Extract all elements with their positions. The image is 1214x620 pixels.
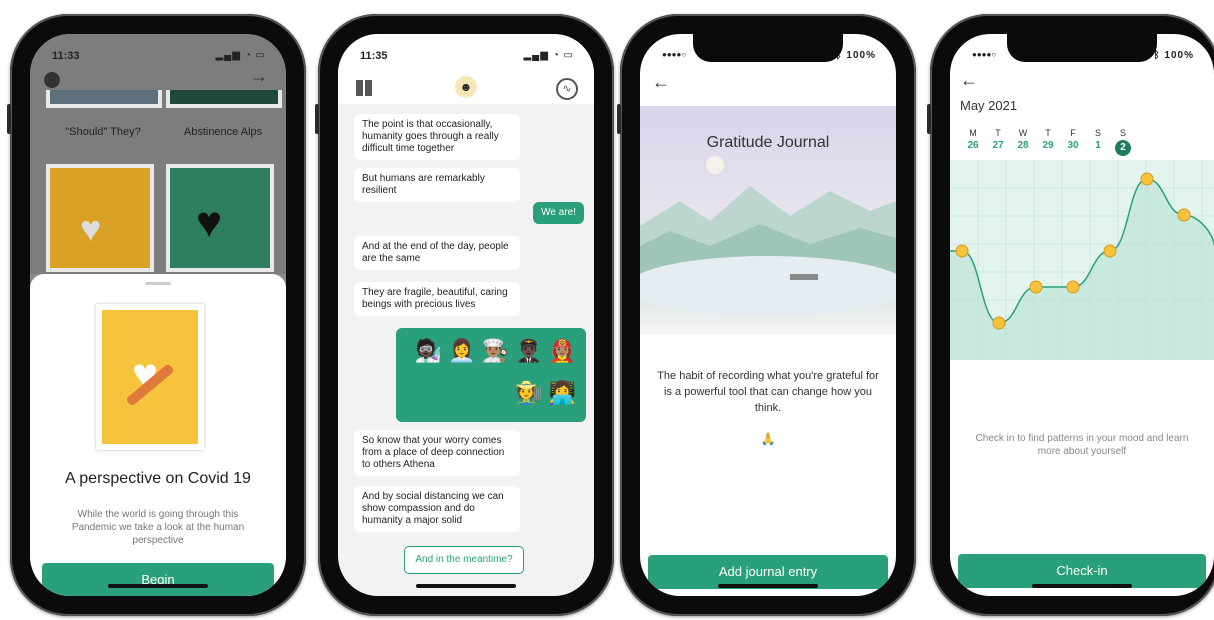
day-column[interactable]: W 28 xyxy=(1012,128,1034,151)
tile-label-abstinence: Abstinence Alps xyxy=(183,126,263,138)
home-indicator xyxy=(108,584,208,588)
day-column[interactable]: F 30 xyxy=(1062,128,1084,151)
day-letter: F xyxy=(1070,128,1076,138)
day-number: 27 xyxy=(992,140,1004,151)
covid-perspective-screen: 11:33 ▂▄▆ ◔ ▭ → "Should" They? Abstinenc… xyxy=(30,34,286,596)
story-grid-backdrop: 11:33 ▂▄▆ ◔ ▭ → "Should" They? Abstinenc… xyxy=(30,34,286,274)
battery-percent: 100% xyxy=(846,50,876,61)
notch xyxy=(693,34,843,62)
emoji-message-user: 🧑🏿‍🔬 👩‍💼 👨🏽‍🍳 👨🏿‍✈️ 👩🏽‍🚒 🧑‍🌾 👩‍💻 xyxy=(396,328,586,422)
chat-message: They are fragile, beautiful, caring bein… xyxy=(354,282,520,316)
day-number-selected: 2 xyxy=(1115,140,1131,156)
day-number: 30 xyxy=(1067,140,1079,151)
day-number: 1 xyxy=(1095,140,1101,151)
chat-message-user: We are! xyxy=(533,202,584,224)
signal-icons: ▂▄▆ ◔ ▭ xyxy=(523,50,574,61)
mood-emoji-point[interactable] xyxy=(1066,280,1080,294)
mood-emoji-point[interactable] xyxy=(1103,244,1117,258)
journal-description: The habit of recording what you're grate… xyxy=(657,370,879,414)
chat-message: And at the end of the day, people are th… xyxy=(354,236,520,270)
story-tile-heart[interactable]: ♥ xyxy=(46,164,154,272)
status-bar: 11:35 ▂▄▆ ◔ ▭ xyxy=(338,34,594,72)
phone-2: 11:35 ▂▄▆ ◔ ▭ ☻ ∿ The point is that occa… xyxy=(315,14,614,616)
emoji-row-2: 🧑‍🌾 👩‍💻 xyxy=(515,380,576,405)
mood-tracker-screen: ●●●●○ ᛒ 100% ← May 2021 M 26 T 27 W 28 T 29 F 30 S… xyxy=(950,34,1214,596)
gratitude-journal-screen: ●●●●○ ᛒ 100% ← Gratitude Journal The hab… xyxy=(640,34,896,596)
chat-message: And by social distancing we can show com… xyxy=(354,486,520,532)
day-column[interactable]: S2 xyxy=(1112,128,1134,156)
notch xyxy=(1007,34,1157,62)
bot-avatar-icon: ☻ xyxy=(455,76,477,98)
phone-3: ●●●●○ ᛒ 100% ← Gratitude Journal The hab… xyxy=(617,14,916,616)
day-column[interactable]: S1 xyxy=(1087,128,1109,151)
heart-pattern-icon: ♥ xyxy=(196,198,223,247)
chat-screen: 11:35 ▂▄▆ ◔ ▭ ☻ ∿ The point is that occa… xyxy=(338,34,594,596)
day-letter: T xyxy=(1045,128,1051,138)
month-label: May 2021 xyxy=(960,98,1018,113)
gear-icon[interactable] xyxy=(44,72,60,88)
status-time: 11:33 xyxy=(52,50,80,62)
check-in-button[interactable]: Check-in xyxy=(958,554,1206,588)
day-letter: T xyxy=(995,128,1001,138)
home-indicator xyxy=(718,584,818,588)
reply-option-button[interactable]: And in the meantime? xyxy=(404,546,524,574)
day-number: 29 xyxy=(1042,140,1054,151)
story-tile-green[interactable]: ♥ xyxy=(166,164,274,272)
mood-emoji-point[interactable] xyxy=(1177,208,1191,222)
chat-message: The point is that occasionally, humanity… xyxy=(354,114,520,160)
mood-emoji-point[interactable] xyxy=(1029,280,1043,294)
emoji-row-1: 🧑🏿‍🔬 👩‍💼 👨🏽‍🍳 👨🏿‍✈️ 👩🏽‍🚒 xyxy=(414,338,576,363)
day-letter: M xyxy=(969,128,977,138)
day-column[interactable]: T 27 xyxy=(987,128,1009,151)
story-tile-should[interactable] xyxy=(46,90,162,108)
tile-label-should: "Should" They? xyxy=(65,126,141,138)
mood-emoji-point[interactable] xyxy=(992,316,1006,330)
story-description: While the world is going through this Pa… xyxy=(71,509,245,546)
mood-emoji-point[interactable] xyxy=(955,244,969,258)
carrier-signal: ●●●●○ xyxy=(662,50,687,59)
back-arrow-icon[interactable]: ← xyxy=(960,70,978,91)
carrier-signal: ●●●●○ xyxy=(972,50,997,59)
story-tile-abstinence[interactable] xyxy=(166,90,282,108)
begin-button[interactable]: Begin xyxy=(42,563,274,596)
chat-header: ☻ ∿ xyxy=(338,72,594,104)
chat-message: But humans are remarkably resilient xyxy=(354,168,520,202)
battery-percent: 100% xyxy=(1164,50,1194,61)
sheet-handle[interactable] xyxy=(145,282,171,285)
phone-4: ●●●●○ ᛒ 100% ← May 2021 M 26 T 27 W 28 T 29 F 30 S… xyxy=(927,14,1214,616)
back-arrow-icon[interactable]: ← xyxy=(652,72,670,93)
day-letter: W xyxy=(1018,128,1028,138)
day-number: 28 xyxy=(1017,140,1029,151)
status-bar: 11:33 ▂▄▆ ◔ ▭ xyxy=(30,34,286,72)
bottom-sheet: ♥ A perspective on Covid 19 While the wo… xyxy=(30,274,286,596)
day-column[interactable]: T 29 xyxy=(1037,128,1059,151)
day-letter: S xyxy=(1119,128,1126,138)
day-letter: S xyxy=(1094,128,1101,138)
chat-message: So know that your worry comes from a pla… xyxy=(354,430,520,476)
heart-icon: ♥ xyxy=(80,208,102,249)
phone-1: 11:33 ▂▄▆ ◔ ▭ → "Should" They? Abstinenc… xyxy=(7,14,306,616)
mood-emoji-point[interactable] xyxy=(1140,172,1154,186)
mood-chart xyxy=(950,160,1214,360)
status-time: 11:35 xyxy=(360,50,388,62)
day-number: 26 xyxy=(967,140,979,151)
mood-icon[interactable]: ∿ xyxy=(556,78,578,100)
battery-status: ᛒ 100% xyxy=(1154,50,1194,61)
story-illustration: ♥ xyxy=(96,304,204,450)
praying-hands-icon: 🙏 xyxy=(760,432,776,446)
story-title: A perspective on Covid 19 xyxy=(65,470,251,487)
day-column[interactable]: M 26 xyxy=(962,128,984,151)
signal-icons: ▂▄▆ ◔ ▭ xyxy=(215,50,266,61)
home-indicator xyxy=(416,584,516,588)
home-indicator xyxy=(1032,584,1132,588)
mood-message: Check in to find patterns in your mood a… xyxy=(975,433,1189,457)
dashboard-icon[interactable] xyxy=(356,80,372,96)
battery-status: ᛒ 100% xyxy=(836,50,876,61)
journal-title: Gratitude Journal xyxy=(706,134,830,151)
